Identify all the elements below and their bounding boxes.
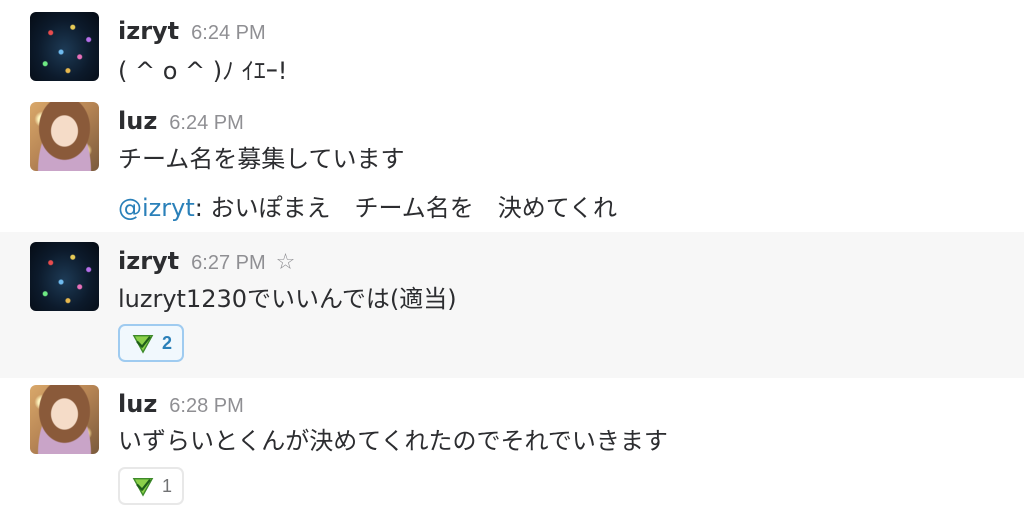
- timestamp[interactable]: 6:24 PM: [191, 22, 265, 44]
- green-checkmark-triangle-emoji: [132, 477, 154, 497]
- green-checkmark-triangle-emoji: [132, 334, 154, 354]
- message-header: izryt 6:27 PM ☆: [118, 247, 295, 275]
- reaction-count: 1: [162, 475, 173, 496]
- avatar[interactable]: [30, 385, 99, 454]
- author-name[interactable]: luz: [118, 390, 157, 418]
- avatar[interactable]: [30, 12, 99, 81]
- reaction-count: 2: [162, 332, 173, 353]
- message-text: luzryt1230でいいんでは(適当): [118, 285, 457, 313]
- message-header: izryt 6:24 PM: [118, 17, 266, 45]
- timestamp[interactable]: 6:27 PM: [191, 252, 265, 274]
- author-name[interactable]: izryt: [118, 17, 179, 45]
- user-mention[interactable]: @izryt: [118, 194, 195, 222]
- message: luz 6:24 PM チーム名を募集しています @izryt: おいぽまえ チー…: [0, 92, 1024, 232]
- timestamp[interactable]: 6:28 PM: [169, 395, 243, 417]
- reaction-button[interactable]: 2: [118, 324, 185, 362]
- avatar[interactable]: [30, 102, 99, 171]
- author-name[interactable]: luz: [118, 107, 157, 135]
- message-text: チーム名を募集しています: [118, 145, 405, 173]
- mention-message-text: : おいぽまえ チーム名を 決めてくれ: [194, 194, 618, 222]
- message-text: いずらいとくんが決めてくれたのでそれでいきます: [118, 427, 668, 455]
- message: izryt 6:24 PM ( ^ o ^ )ﾉ ｲｴｰ!: [0, 0, 1024, 92]
- star-outline-icon[interactable]: ☆: [276, 250, 296, 275]
- author-name[interactable]: izryt: [118, 247, 179, 275]
- message: izryt 6:27 PM ☆ luzryt1230でいいんでは(適当) 2: [0, 232, 1024, 378]
- message-text: @izryt: おいぽまえ チーム名を 決めてくれ: [118, 193, 617, 223]
- reaction-button[interactable]: 1: [118, 467, 185, 505]
- message: luz 6:28 PM いずらいとくんが決めてくれたのでそれでいきます 1: [0, 378, 1024, 520]
- message-header: luz 6:28 PM: [118, 390, 244, 418]
- message-header: luz 6:24 PM: [118, 107, 244, 135]
- message-list: izryt 6:24 PM ( ^ o ^ )ﾉ ｲｴｰ! luz 6:24 PM …: [0, 0, 1024, 520]
- timestamp[interactable]: 6:24 PM: [169, 112, 243, 134]
- avatar[interactable]: [30, 242, 99, 311]
- message-text: ( ^ o ^ )ﾉ ｲｴｰ!: [118, 57, 288, 85]
